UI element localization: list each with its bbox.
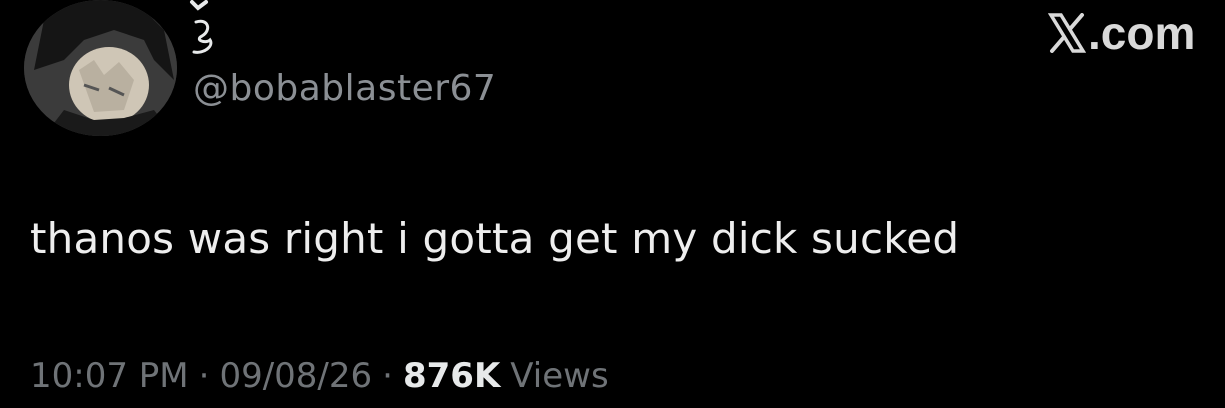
avatar[interactable] (24, 0, 177, 136)
logo-text: .com (1088, 7, 1196, 59)
display-name-glyph[interactable] (184, 0, 224, 56)
views-count[interactable]: 876K (403, 356, 500, 396)
meta-separator: · (382, 356, 393, 396)
tweet-meta: 10:07 PM · 09/08/26 · 876K Views (30, 356, 609, 396)
views-label: Views (510, 356, 609, 396)
user-handle[interactable]: @bobablaster67 (193, 68, 496, 109)
tweet-time[interactable]: 10:07 PM (30, 356, 189, 396)
avatar-image (24, 0, 177, 136)
tweet-date[interactable]: 09/08/26 (219, 356, 372, 396)
meta-separator: · (198, 356, 210, 396)
x-logo-icon (1048, 13, 1086, 53)
x-com-logo: .com (1048, 6, 1195, 60)
tweet-text: thanos was right i gotta get my dick suc… (30, 214, 960, 263)
